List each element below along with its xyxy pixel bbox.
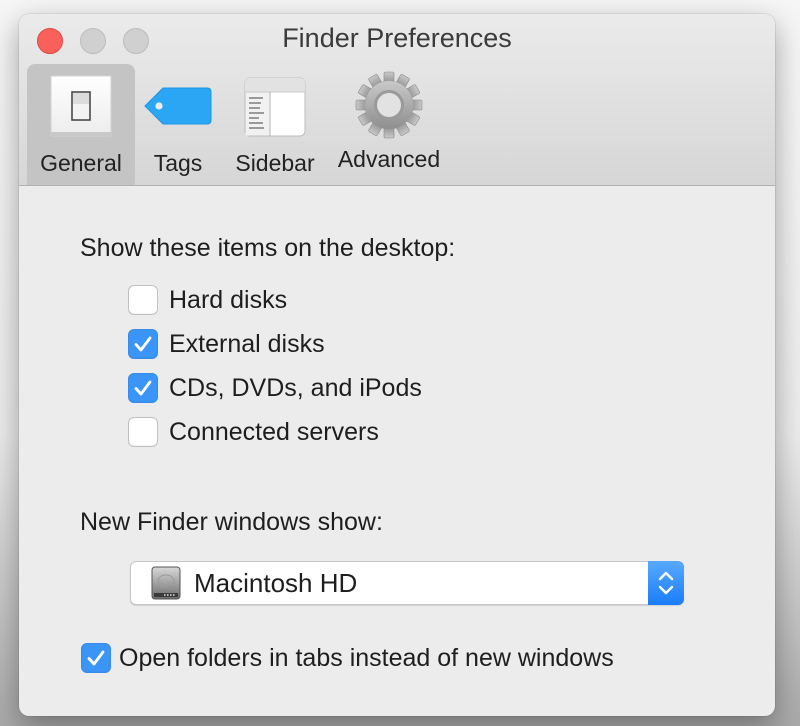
tab-sidebar[interactable]: Sidebar (221, 64, 329, 185)
tag-icon (143, 74, 213, 138)
chevron-up-down-icon (658, 571, 674, 595)
new-window-location-popup[interactable]: Macintosh HD (130, 561, 684, 605)
tab-advanced[interactable]: Advanced (329, 64, 449, 185)
hard-drive-icon (151, 566, 181, 600)
checkbox-label: CDs, DVDs, and iPods (169, 373, 422, 402)
checkbox-cds-dvds-ipods[interactable]: CDs, DVDs, and iPods (128, 372, 422, 404)
checkbox-label: Connected servers (169, 417, 379, 446)
checkbox[interactable] (128, 373, 158, 403)
checkbox-external-disks[interactable]: External disks (128, 328, 325, 360)
title-bar: Finder Preferences General Tags Sidebar … (19, 14, 775, 186)
tab-general[interactable]: General (27, 64, 135, 185)
preferences-toolbar: General Tags Sidebar Advanced (27, 64, 449, 185)
tab-advanced-label: Advanced (337, 146, 441, 172)
general-pane: Show these items on the desktop: Hard di… (19, 186, 775, 716)
popup-stepper[interactable] (648, 561, 684, 605)
checkmark-icon (87, 650, 105, 666)
checkbox[interactable] (128, 285, 158, 315)
new-windows-heading: New Finder windows show: (80, 508, 383, 536)
checkbox-label: Open folders in tabs instead of new wind… (119, 643, 614, 672)
checkbox[interactable] (81, 643, 111, 673)
window-title: Finder Preferences (282, 23, 512, 53)
checkmark-icon (134, 380, 152, 396)
light-switch-icon (49, 74, 113, 138)
sidebar-window-icon (243, 74, 307, 138)
tab-general-label: General (40, 150, 122, 176)
checkbox[interactable] (128, 417, 158, 447)
checkbox[interactable] (128, 329, 158, 359)
popup-selected-value: Macintosh HD (194, 567, 358, 598)
checkbox-label: External disks (169, 329, 325, 358)
tab-tags-label: Tags (153, 150, 203, 176)
checkmark-icon (134, 336, 152, 352)
checkbox-hard-disks[interactable]: Hard disks (128, 284, 287, 316)
desktop-items-heading: Show these items on the desktop: (80, 234, 456, 262)
finder-preferences-window: Finder Preferences General Tags Sidebar … (19, 14, 775, 716)
gear-icon (354, 70, 424, 140)
tab-sidebar-label: Sidebar (235, 150, 315, 176)
tab-tags[interactable]: Tags (135, 64, 221, 185)
checkbox-connected-servers[interactable]: Connected servers (128, 416, 379, 448)
checkbox-label: Hard disks (169, 285, 288, 314)
checkbox-open-folders-in-tabs[interactable]: Open folders in tabs instead of new wind… (81, 642, 614, 674)
